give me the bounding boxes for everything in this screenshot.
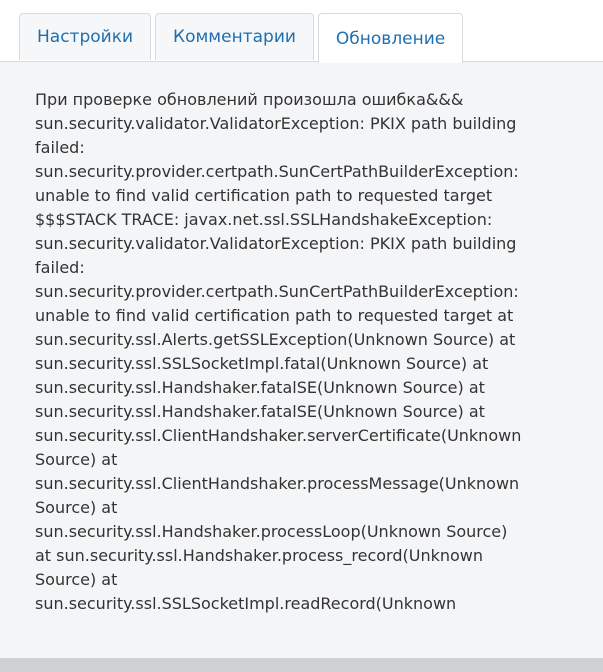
tab-comments[interactable]: Комментарии	[155, 13, 314, 60]
update-error-message: При проверке обновлений произошла ошибка…	[35, 88, 590, 616]
error-line: $$$STACK TRACE: javax.net.ssl.SSLHandsha…	[35, 210, 493, 229]
update-panel: При проверке обновлений произошла ошибка…	[0, 61, 603, 658]
tab-bar: Настройки Комментарии Обновление	[19, 13, 467, 63]
error-line: Source) at	[35, 450, 118, 469]
error-line: failed:	[35, 258, 85, 277]
error-line: sun.security.ssl.ClientHandshaker.server…	[35, 426, 522, 445]
error-line: sun.security.validator.ValidatorExceptio…	[35, 114, 517, 133]
error-line: sun.security.validator.ValidatorExceptio…	[35, 234, 517, 253]
error-line: sun.security.provider.certpath.SunCertPa…	[35, 282, 519, 301]
error-line: sun.security.provider.certpath.SunCertPa…	[35, 162, 519, 181]
horizontal-scrollbar[interactable]	[0, 658, 603, 672]
error-line: failed:	[35, 138, 85, 157]
error-line: sun.security.ssl.SSLSocketImpl.readRecor…	[35, 594, 457, 613]
error-line: sun.security.ssl.ClientHandshaker.proces…	[35, 474, 520, 493]
error-line: sun.security.ssl.Handshaker.fatalSE(Unkn…	[35, 378, 485, 397]
error-line: unable to find valid certification path …	[35, 186, 493, 205]
error-line: sun.security.ssl.Handshaker.fatalSE(Unkn…	[35, 402, 485, 421]
error-line: unable to find valid certification path …	[35, 306, 514, 325]
error-line: Source) at	[35, 570, 118, 589]
tab-settings[interactable]: Настройки	[19, 13, 152, 60]
error-line: При проверке обновлений произошла ошибка…	[35, 90, 464, 109]
tab-update[interactable]: Обновление	[317, 13, 464, 63]
error-line: sun.security.ssl.SSLSocketImpl.fatal(Unk…	[35, 354, 489, 373]
error-line: Source) at	[35, 498, 118, 517]
error-line: sun.security.ssl.Alerts.getSSLException(…	[35, 330, 516, 349]
error-line: sun.security.ssl.Handshaker.processLoop(…	[35, 522, 508, 541]
error-line: at sun.security.ssl.Handshaker.process_r…	[35, 546, 484, 565]
